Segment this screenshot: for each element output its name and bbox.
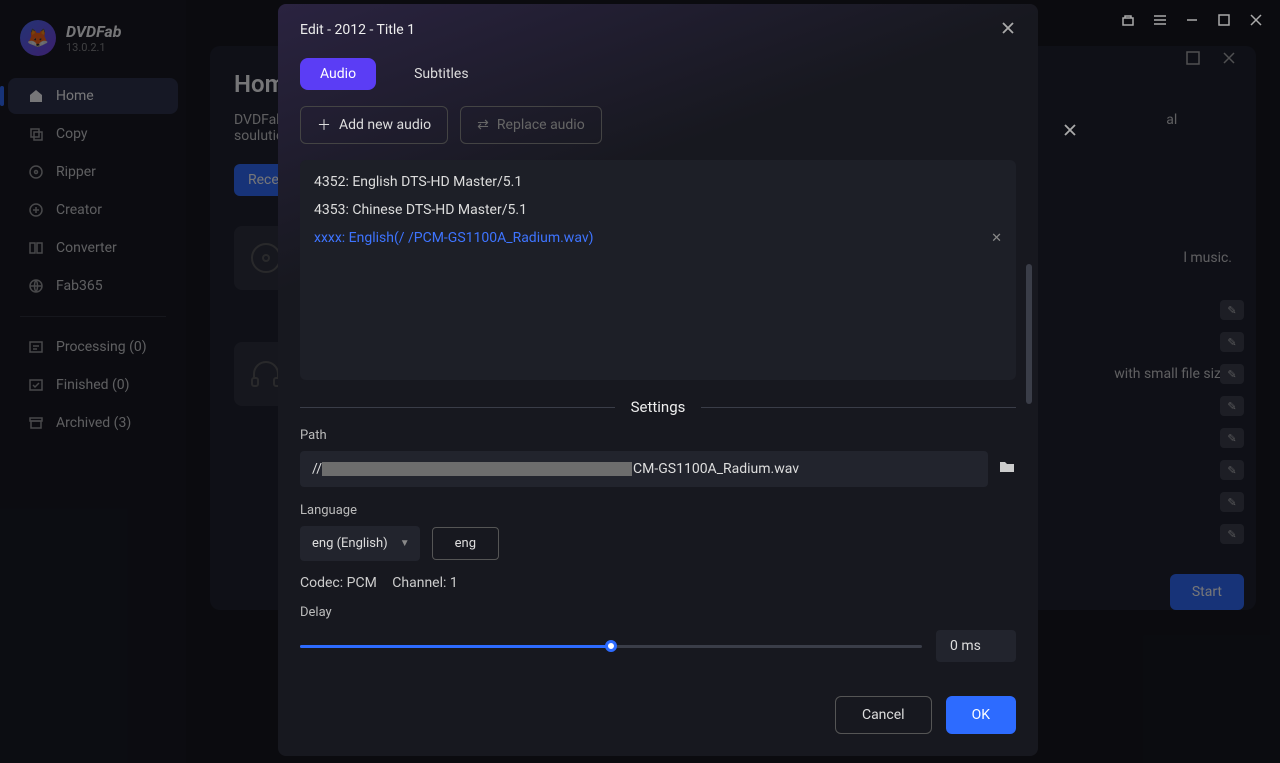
swap-icon: ⇄ <box>477 117 489 133</box>
track-row[interactable]: 4352: English DTS-HD Master/5.1 <box>300 168 1016 196</box>
track-row[interactable]: xxxx: English(/ /PCM-GS1100A_Radium.wav)… <box>300 224 1016 252</box>
settings-label: Settings <box>631 398 686 416</box>
audio-actions: ＋ Add new audio ⇄ Replace audio <box>300 106 1016 144</box>
path-row: // CM-GS1100A_Radium.wav <box>300 451 1016 487</box>
divider <box>701 407 1016 408</box>
browse-folder-icon[interactable] <box>998 458 1016 480</box>
language-chip[interactable]: eng <box>432 527 499 560</box>
panel-close-icon[interactable] <box>1062 122 1078 142</box>
track-row[interactable]: 4353: Chinese DTS-HD Master/5.1 <box>300 196 1016 224</box>
delay-label: Delay <box>300 605 1016 620</box>
language-row: eng (English) ▼ eng <box>300 526 1016 561</box>
menu-icon[interactable] <box>1152 12 1168 28</box>
delay-value[interactable]: 0 ms <box>936 630 1016 662</box>
audio-track-list: 4352: English DTS-HD Master/5.1 4353: Ch… <box>300 160 1016 380</box>
modal-title: Edit - 2012 - Title 1 <box>300 22 415 38</box>
titlebar <box>1120 0 1280 40</box>
track-label: 4352: English DTS-HD Master/5.1 <box>314 174 522 190</box>
settings-header: Settings <box>300 398 1016 416</box>
cancel-button[interactable]: Cancel <box>835 696 932 734</box>
replace-audio-button[interactable]: ⇄ Replace audio <box>460 106 602 144</box>
modal-tabs: Audio Subtitles <box>278 50 1038 106</box>
divider <box>300 407 615 408</box>
codec-value: PCM <box>347 575 377 591</box>
tab-audio[interactable]: Audio <box>300 58 376 90</box>
path-input[interactable]: // CM-GS1100A_Radium.wav <box>300 451 988 487</box>
track-label: xxxx: English(/ /PCM-GS1100A_Radium.wav) <box>314 230 593 246</box>
codec-label: Codec: <box>300 575 343 591</box>
replace-audio-label: Replace audio <box>497 117 585 133</box>
maximize-icon[interactable] <box>1216 12 1232 28</box>
close-icon[interactable] <box>1248 12 1264 28</box>
channel-value: 1 <box>450 575 458 591</box>
path-prefix: // <box>312 461 322 477</box>
path-suffix: CM-GS1100A_Radium.wav <box>633 461 799 477</box>
minimize-icon[interactable] <box>1184 12 1200 28</box>
delay-row: 0 ms <box>300 630 1016 662</box>
language-value: eng (English) <box>312 536 388 551</box>
language-label: Language <box>300 503 1016 518</box>
plus-icon: ＋ <box>317 115 331 135</box>
language-select[interactable]: eng (English) ▼ <box>300 526 420 561</box>
slider-thumb[interactable] <box>605 640 617 652</box>
toolbox-icon[interactable] <box>1120 12 1136 28</box>
redacted-path <box>322 462 632 476</box>
codec-info: Codec: PCM Channel: 1 <box>300 575 1016 591</box>
modal-header: Edit - 2012 - Title 1 <box>278 4 1038 50</box>
slider-fill <box>300 645 611 648</box>
path-label: Path <box>300 428 1016 443</box>
ok-button[interactable]: OK <box>946 696 1016 734</box>
modal-footer: Cancel OK <box>278 674 1038 756</box>
add-new-audio-label: Add new audio <box>339 117 431 133</box>
remove-track-icon[interactable]: ✕ <box>991 231 1002 246</box>
edit-modal: Edit - 2012 - Title 1 Audio Subtitles ＋ … <box>278 4 1038 756</box>
modal-close-icon[interactable] <box>1000 20 1016 40</box>
scrollbar-thumb[interactable] <box>1026 264 1032 404</box>
tab-subtitles[interactable]: Subtitles <box>394 58 489 90</box>
track-label: 4353: Chinese DTS-HD Master/5.1 <box>314 202 527 218</box>
chevron-down-icon: ▼ <box>400 538 410 549</box>
channel-label: Channel: <box>392 575 446 591</box>
add-new-audio-button[interactable]: ＋ Add new audio <box>300 106 448 144</box>
delay-slider[interactable] <box>300 636 922 656</box>
modal-body: ＋ Add new audio ⇄ Replace audio 4352: En… <box>278 106 1038 674</box>
